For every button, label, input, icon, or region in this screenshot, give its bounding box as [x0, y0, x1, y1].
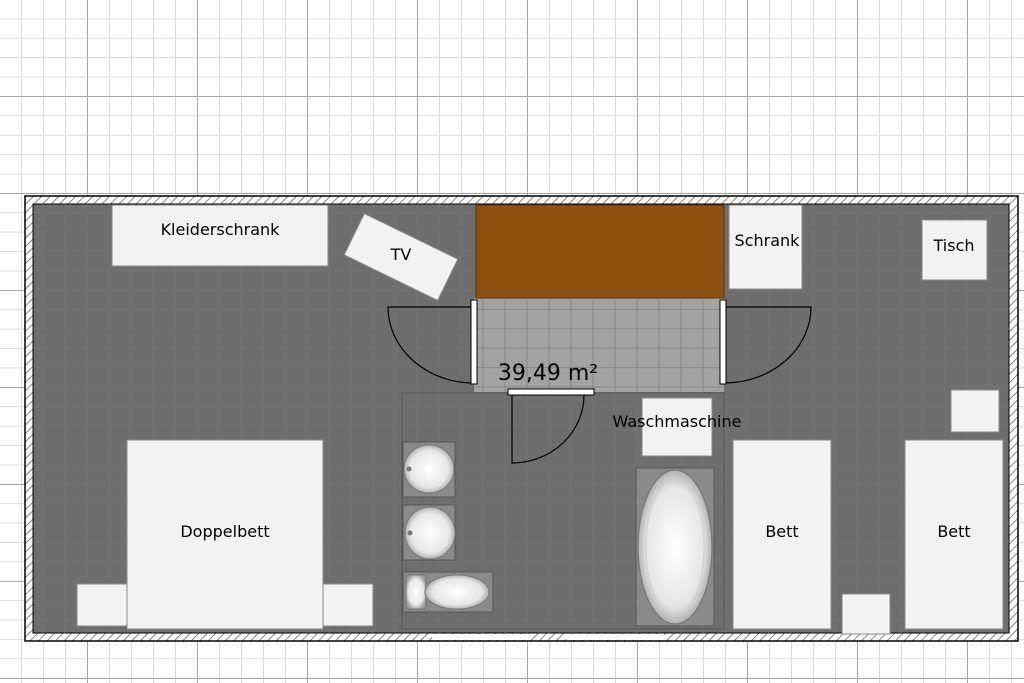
nightstand-left: [76, 583, 128, 627]
wall-opening-2: [566, 634, 664, 640]
nightstand-right: [322, 583, 374, 627]
bed-2-label: Bett: [937, 522, 970, 541]
bathtub: [637, 469, 713, 625]
toilet-tank: [405, 574, 427, 610]
door-left-leaf: [470, 299, 478, 385]
wooden-floor-area: [475, 204, 725, 299]
table-label: Tisch: [933, 236, 975, 255]
nightstand-middle: [841, 593, 891, 635]
wardrobe-label: Kleiderschrank: [161, 220, 281, 239]
tv-label: TV: [390, 245, 412, 264]
sink-2-drain: [407, 530, 413, 536]
bed-1-label: Bett: [765, 522, 798, 541]
door-right-leaf: [719, 299, 727, 385]
area-label: 39,49 m²: [498, 361, 598, 386]
nightstand-corner: [950, 389, 1000, 433]
toilet-bowl: [424, 574, 490, 610]
sink-1-drain: [406, 466, 412, 472]
washer-label: Waschmaschine: [613, 412, 742, 431]
floor-plan: Kleiderschrank TV Schrank Tisch Waschmas…: [24, 195, 1019, 642]
double-bed-label: Doppelbett: [180, 522, 269, 541]
cabinet-label: Schrank: [735, 231, 801, 250]
wall-opening-1: [432, 634, 530, 640]
door-bath-leaf: [507, 388, 595, 396]
